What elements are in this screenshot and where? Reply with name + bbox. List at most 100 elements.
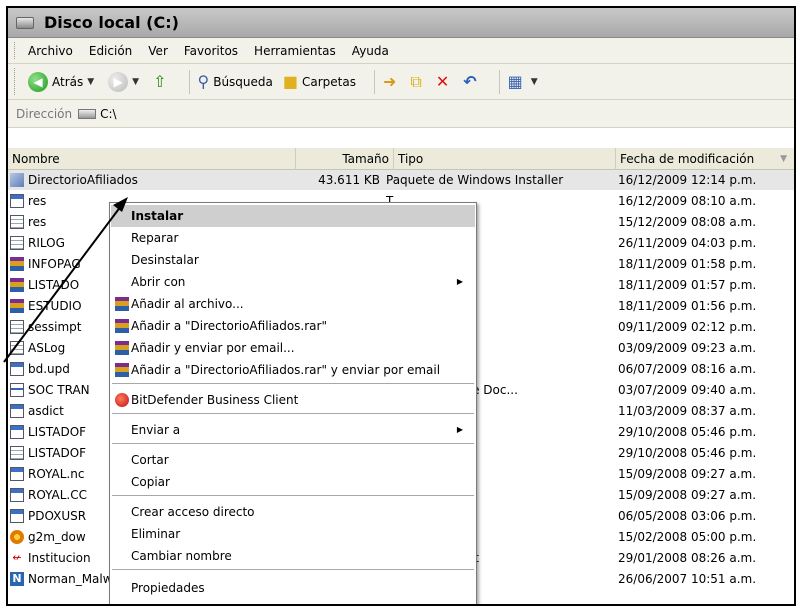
column-type[interactable]: Tipo	[394, 148, 616, 170]
menu-item-crear-acceso-directo[interactable]: Crear acceso directo	[111, 501, 475, 523]
file-date: 29/10/2008 05:46 p.m.	[618, 446, 757, 460]
file-app-icon	[10, 467, 24, 481]
column-date-label: Fecha de modificación	[620, 152, 755, 166]
file-date: 03/09/2009 09:23 a.m.	[618, 341, 757, 355]
file-g2m-icon	[10, 530, 24, 544]
back-dropdown-icon[interactable]: ▼	[87, 77, 94, 87]
file-app-icon	[10, 404, 24, 418]
file-date: 29/10/2008 05:46 p.m.	[618, 425, 757, 439]
file-name: Institucion	[28, 551, 91, 565]
menu-herramientas[interactable]: Herramientas	[254, 44, 336, 58]
menu-item-instalar[interactable]: Instalar	[111, 205, 475, 227]
file-txt-icon	[10, 320, 24, 334]
forward-dropdown-icon[interactable]: ▼	[132, 77, 139, 87]
menu-item-label: Cortar	[131, 453, 169, 467]
file-date: 18/11/2009 01:56 p.m.	[618, 299, 757, 313]
copy-to-button[interactable]: ⧉	[410, 72, 425, 92]
search-icon: ⚲	[197, 72, 210, 91]
file-txt-icon	[10, 341, 24, 355]
column-name[interactable]: Nombre	[8, 148, 296, 170]
back-label: Atrás	[52, 74, 84, 89]
winrar-icon	[115, 341, 129, 355]
views-icon: ▦	[507, 72, 523, 91]
menu-separator	[112, 569, 474, 570]
toolbar-separator	[374, 69, 375, 94]
menu-item-enviar-a[interactable]: Enviar a ▶	[111, 419, 475, 441]
title-bar[interactable]: Disco local (C:)	[8, 8, 794, 38]
file-name: ESTUDIO	[28, 299, 82, 313]
file-date: 29/01/2008 08:26 a.m.	[618, 551, 757, 565]
up-folder-button[interactable]: ⇧	[153, 72, 170, 91]
delete-button[interactable]: ✕	[436, 72, 453, 91]
file-name: bd.upd	[28, 362, 70, 376]
file-name: asdict	[28, 404, 64, 418]
menu-item-label: Reparar	[131, 231, 179, 245]
menu-item-reparar[interactable]: Reparar	[111, 227, 475, 249]
file-date: 18/11/2009 01:57 p.m.	[618, 278, 757, 292]
back-arrow-icon: ◀	[28, 71, 48, 92]
menu-ayuda[interactable]: Ayuda	[352, 44, 389, 58]
folders-button[interactable]: ■ Carpetas	[283, 72, 356, 91]
delete-icon: ✕	[435, 72, 450, 91]
menu-item-añadir-al-archivo[interactable]: Añadir al archivo...	[111, 293, 475, 315]
winrar-icon	[115, 297, 129, 311]
menu-item-abrir-con[interactable]: Abrir con ▶	[111, 271, 475, 293]
toolbar-separator	[188, 69, 190, 94]
undo-button[interactable]: ↶	[463, 72, 480, 91]
window-title: Disco local (C:)	[44, 13, 179, 32]
folders-label: Carpetas	[302, 74, 356, 89]
menu-archivo[interactable]: Archivo	[28, 44, 73, 58]
file-date: 26/06/2007 10:51 a.m.	[618, 572, 757, 586]
back-button[interactable]: ◀ Atrás ▼	[28, 71, 98, 92]
menu-item-desinstalar[interactable]: Desinstalar	[111, 249, 475, 271]
file-date: 11/03/2009 08:37 a.m.	[618, 404, 757, 418]
move-to-icon: ➜	[383, 72, 397, 91]
menu-edicion[interactable]: Edición	[89, 44, 132, 58]
menu-item-cortar[interactable]: Cortar	[111, 449, 475, 471]
menu-separator	[112, 383, 474, 384]
file-row[interactable]: DirectorioAfiliados 43.611 KB Paquete de W…	[8, 170, 794, 190]
file-txt-icon	[10, 236, 24, 250]
menu-item-añadir-a-directorioafiliados-rar-y-enviar-por-email[interactable]: Añadir a "DirectorioAfiliados.rar" y env…	[111, 359, 475, 381]
menu-item-copiar[interactable]: Copiar	[111, 471, 475, 493]
menu-item-label: Enviar a	[131, 423, 181, 437]
menu-item-label: Añadir a "DirectorioAfiliados.rar" y env…	[131, 363, 441, 377]
search-button[interactable]: ⚲ Búsqueda	[198, 72, 273, 91]
submenu-arrow-icon: ▶	[456, 277, 463, 286]
menu-item-añadir-a-directorioafiliados-rar[interactable]: Añadir a "DirectorioAfiliados.rar"	[111, 315, 475, 337]
file-doc-icon	[10, 383, 24, 397]
address-input[interactable]: C:\	[100, 107, 116, 121]
toolbar-grip	[14, 68, 17, 95]
drive-icon	[78, 108, 97, 119]
menu-item-bitdefender-business-client[interactable]: BitDefender Business Client	[111, 389, 475, 411]
menu-item-label: Desinstalar	[131, 253, 199, 267]
address-bar: Dirección C:\	[8, 100, 794, 128]
forward-button[interactable]: ▶ ▼	[108, 71, 143, 92]
file-txt-icon	[10, 215, 24, 229]
file-date: 15/02/2008 05:00 p.m.	[618, 530, 757, 544]
sort-arrow-icon: ▼	[780, 154, 787, 164]
move-to-button[interactable]: ➜	[383, 72, 400, 91]
file-rar-icon	[10, 257, 24, 271]
menu-item-eliminar[interactable]: Eliminar	[111, 523, 475, 545]
file-date: 06/07/2009 08:16 a.m.	[618, 362, 757, 376]
context-menu: Instalar Reparar Desinstalar Abrir con ▶ Añad…	[109, 202, 477, 604]
menu-separator	[112, 495, 474, 496]
menu-item-cambiar-nombre[interactable]: Cambiar nombre	[111, 545, 475, 567]
views-button[interactable]: ▦ ▼	[508, 72, 542, 91]
bitdefender-icon	[115, 393, 129, 407]
menu-item-label: Añadir y enviar por email...	[131, 341, 295, 355]
column-date[interactable]: Fecha de modificación ▼	[616, 148, 794, 170]
menu-ver[interactable]: Ver	[148, 44, 168, 58]
menu-item-label: Crear acceso directo	[131, 505, 255, 519]
file-date: 06/05/2008 03:06 p.m.	[618, 509, 757, 523]
up-folder-icon: ⇧	[153, 72, 167, 91]
menu-item-propiedades[interactable]: Propiedades	[111, 577, 475, 599]
menu-favoritos[interactable]: Favoritos	[184, 44, 238, 58]
file-date: 09/11/2009 02:12 p.m.	[618, 320, 757, 334]
menu-item-añadir-y-enviar-por-email[interactable]: Añadir y enviar por email...	[111, 337, 475, 359]
column-size[interactable]: Tamaño	[296, 148, 394, 170]
file-app-icon	[10, 488, 24, 502]
file-size: 43.611 KB	[318, 173, 380, 187]
file-name: g2m_dow	[28, 530, 86, 544]
